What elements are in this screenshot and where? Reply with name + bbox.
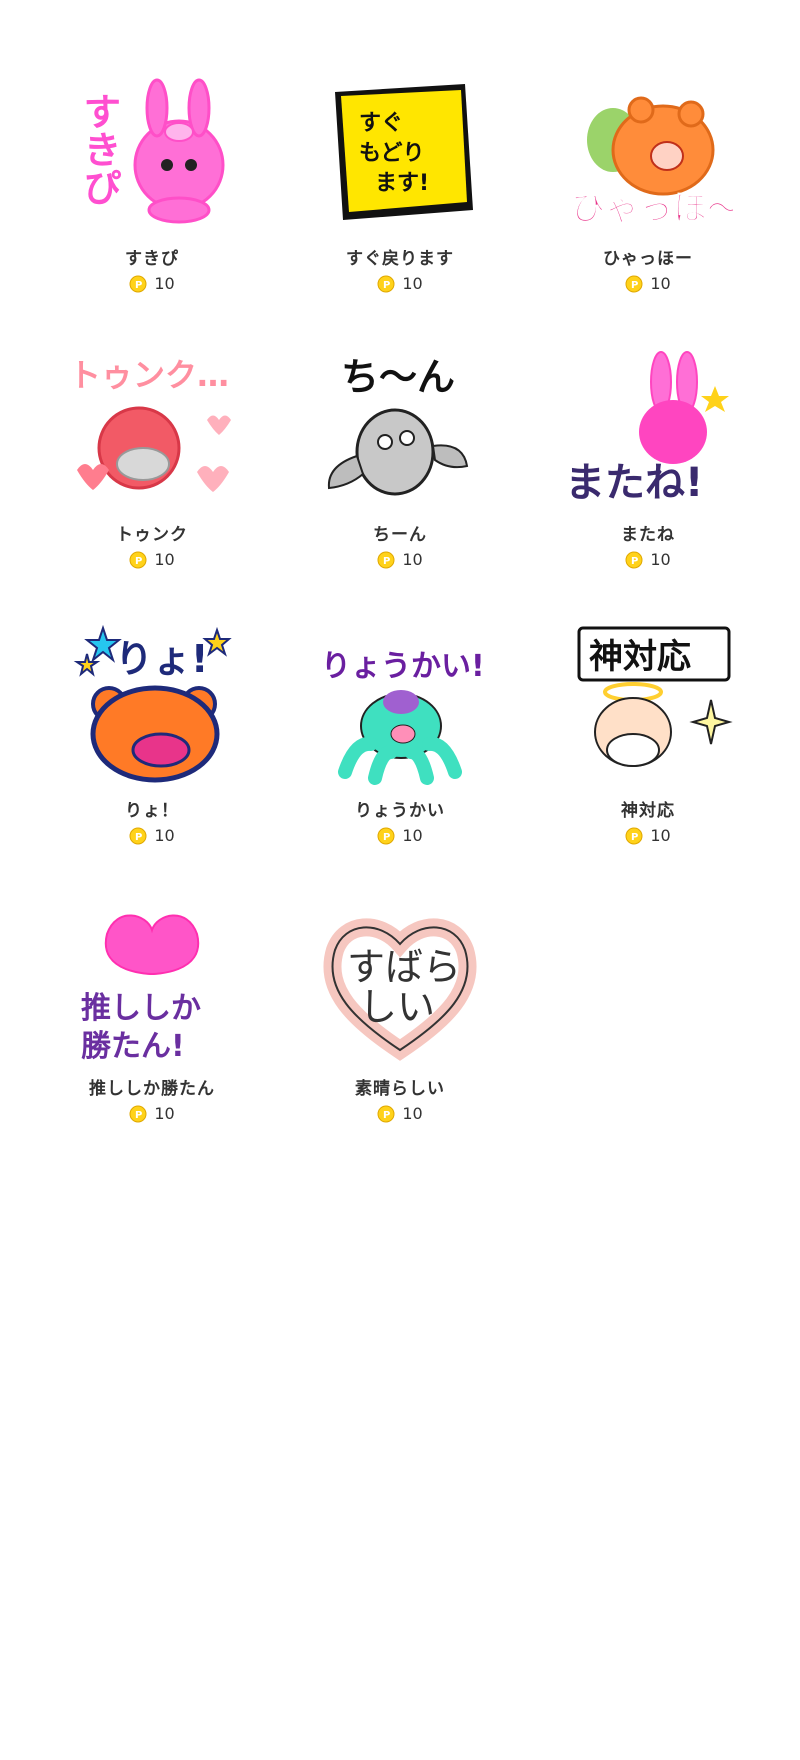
sticker-item-sukipi[interactable]: すきぴ すきぴ P 10 [42, 70, 262, 330]
svg-text:もどり: もどり [359, 141, 425, 166]
coin-icon: P [377, 551, 395, 569]
svg-text:すばら: すばら [347, 945, 461, 989]
sticker-price: P 10 [290, 274, 510, 293]
sticker-item-hyahho[interactable]: ひゃっほ〜 ひゃっほー P 10 [538, 70, 758, 330]
sticker-name: ちーん [373, 525, 427, 545]
svg-text:P: P [631, 832, 638, 843]
sticker-price-value: 10 [154, 826, 175, 845]
sticker-name: 素晴らしい [355, 1079, 445, 1099]
svg-text:ち〜ん: ち〜ん [341, 355, 455, 399]
svg-text:P: P [135, 1110, 142, 1121]
sticker-price-value: 10 [402, 826, 423, 845]
sticker-price-value: 10 [650, 274, 671, 293]
coin-icon: P [129, 827, 147, 845]
svg-text:しい: しい [359, 985, 435, 1029]
sticker-item-sugu-modorimasu[interactable]: すぐ もどり ます! すぐ戻ります P 10 [290, 70, 510, 330]
sticker-item-matane[interactable]: またね! またね P 10 [538, 346, 758, 606]
svg-text:ます!: ます! [375, 171, 429, 196]
sticker-item-ryo[interactable]: りょ! りょ！ P 10 [42, 622, 262, 882]
octopus-sticker: りょうかい! [315, 622, 485, 792]
sticky-note-sticker: すぐ もどり ます! [315, 70, 485, 240]
sticker-name: ひゃっほー [603, 249, 693, 269]
sticker-price: P 10 [290, 826, 510, 845]
pink-bunny-sticker: すきぴ [67, 70, 237, 240]
svg-text:P: P [383, 1110, 390, 1121]
sticker-name: すぐ戻ります [346, 249, 454, 269]
svg-text:P: P [135, 556, 142, 567]
heart-blob-sticker: トゥンク… [67, 346, 237, 516]
coin-icon: P [129, 275, 147, 293]
sticker-price: P 10 [538, 274, 758, 293]
sticker-item-ryoukai[interactable]: りょうかい! りょうかい P 10 [290, 622, 510, 882]
sticker-price: P 10 [42, 550, 262, 569]
svg-text:勝たん!: 勝たん! [81, 1029, 185, 1064]
sticker-name: りょ！ [125, 801, 179, 821]
sticker-item-oshi[interactable]: 推ししか 勝たん! 推ししか勝たん P 10 [42, 900, 262, 1160]
sticker-price: P 10 [42, 1104, 262, 1123]
grey-bird-sticker: ち〜ん [315, 346, 485, 516]
coin-icon: P [377, 1105, 395, 1123]
coin-icon: P [129, 551, 147, 569]
sticker-name: 神対応 [621, 801, 675, 821]
coin-icon: P [129, 1105, 147, 1123]
svg-text:ひゃっほ〜: ひゃっほ〜 [571, 189, 733, 229]
svg-text:P: P [383, 556, 390, 567]
sticker-price-value: 10 [402, 550, 423, 569]
sticker-price-value: 10 [402, 1104, 423, 1123]
svg-text:りょ!: りょ! [115, 637, 208, 681]
svg-text:りょうかい!: りょうかい! [321, 649, 485, 684]
coin-icon: P [625, 827, 643, 845]
sticker-item-tunk[interactable]: トゥンク… トゥンク P 10 [42, 346, 262, 606]
sticker-name: またね [621, 525, 675, 545]
svg-text:P: P [383, 280, 390, 291]
sticker-price-value: 10 [650, 826, 671, 845]
sticker-price: P 10 [290, 550, 510, 569]
sticker-item-chiin[interactable]: ち〜ん ちーん P 10 [290, 346, 510, 606]
svg-text:P: P [135, 280, 142, 291]
coin-icon: P [625, 551, 643, 569]
pink-rabbit-sticker: またね! [563, 346, 733, 516]
svg-text:すきぴ: すきぴ [77, 92, 121, 206]
sticker-price-value: 10 [154, 1104, 175, 1123]
sticker-item-subarashii[interactable]: すばら しい 素晴らしい P 10 [290, 900, 510, 1160]
sticker-name: りょうかい [355, 801, 445, 821]
sticker-name: 推ししか勝たん [89, 1079, 215, 1099]
coin-icon: P [377, 827, 395, 845]
bear-stars-sticker: りょ! [67, 622, 237, 792]
sticker-price: P 10 [42, 274, 262, 293]
sticker-price: P 10 [42, 826, 262, 845]
sticker-name: すきぴ [125, 249, 179, 269]
svg-text:またね!: またね! [565, 460, 703, 506]
sticker-price: P 10 [538, 826, 758, 845]
coin-icon: P [625, 275, 643, 293]
pink-heart-sticker: 推ししか 勝たん! [67, 900, 237, 1070]
sticker-name: トゥンク [116, 525, 188, 545]
sticker-price: P 10 [290, 1104, 510, 1123]
ribbon-heart-sticker: すばら しい [315, 900, 485, 1070]
coin-icon: P [377, 275, 395, 293]
svg-text:すぐ: すぐ [359, 111, 403, 136]
sticker-price: P 10 [538, 550, 758, 569]
svg-text:トゥンク…: トゥンク… [69, 356, 229, 394]
sticker-price-value: 10 [154, 550, 175, 569]
svg-text:P: P [135, 832, 142, 843]
svg-text:P: P [631, 280, 638, 291]
orange-bear-sticker: ひゃっほ〜 [563, 70, 733, 240]
sticker-price-value: 10 [650, 550, 671, 569]
sticker-item-kamitaiou[interactable]: 神対応 神対応 P 10 [538, 622, 758, 882]
sticker-price-value: 10 [154, 274, 175, 293]
svg-text:P: P [631, 556, 638, 567]
svg-text:P: P [383, 832, 390, 843]
angel-grandpa-sticker: 神対応 [563, 622, 733, 792]
sticker-price-value: 10 [402, 274, 423, 293]
svg-text:推ししか: 推ししか [81, 991, 201, 1026]
svg-text:神対応: 神対応 [589, 637, 691, 677]
